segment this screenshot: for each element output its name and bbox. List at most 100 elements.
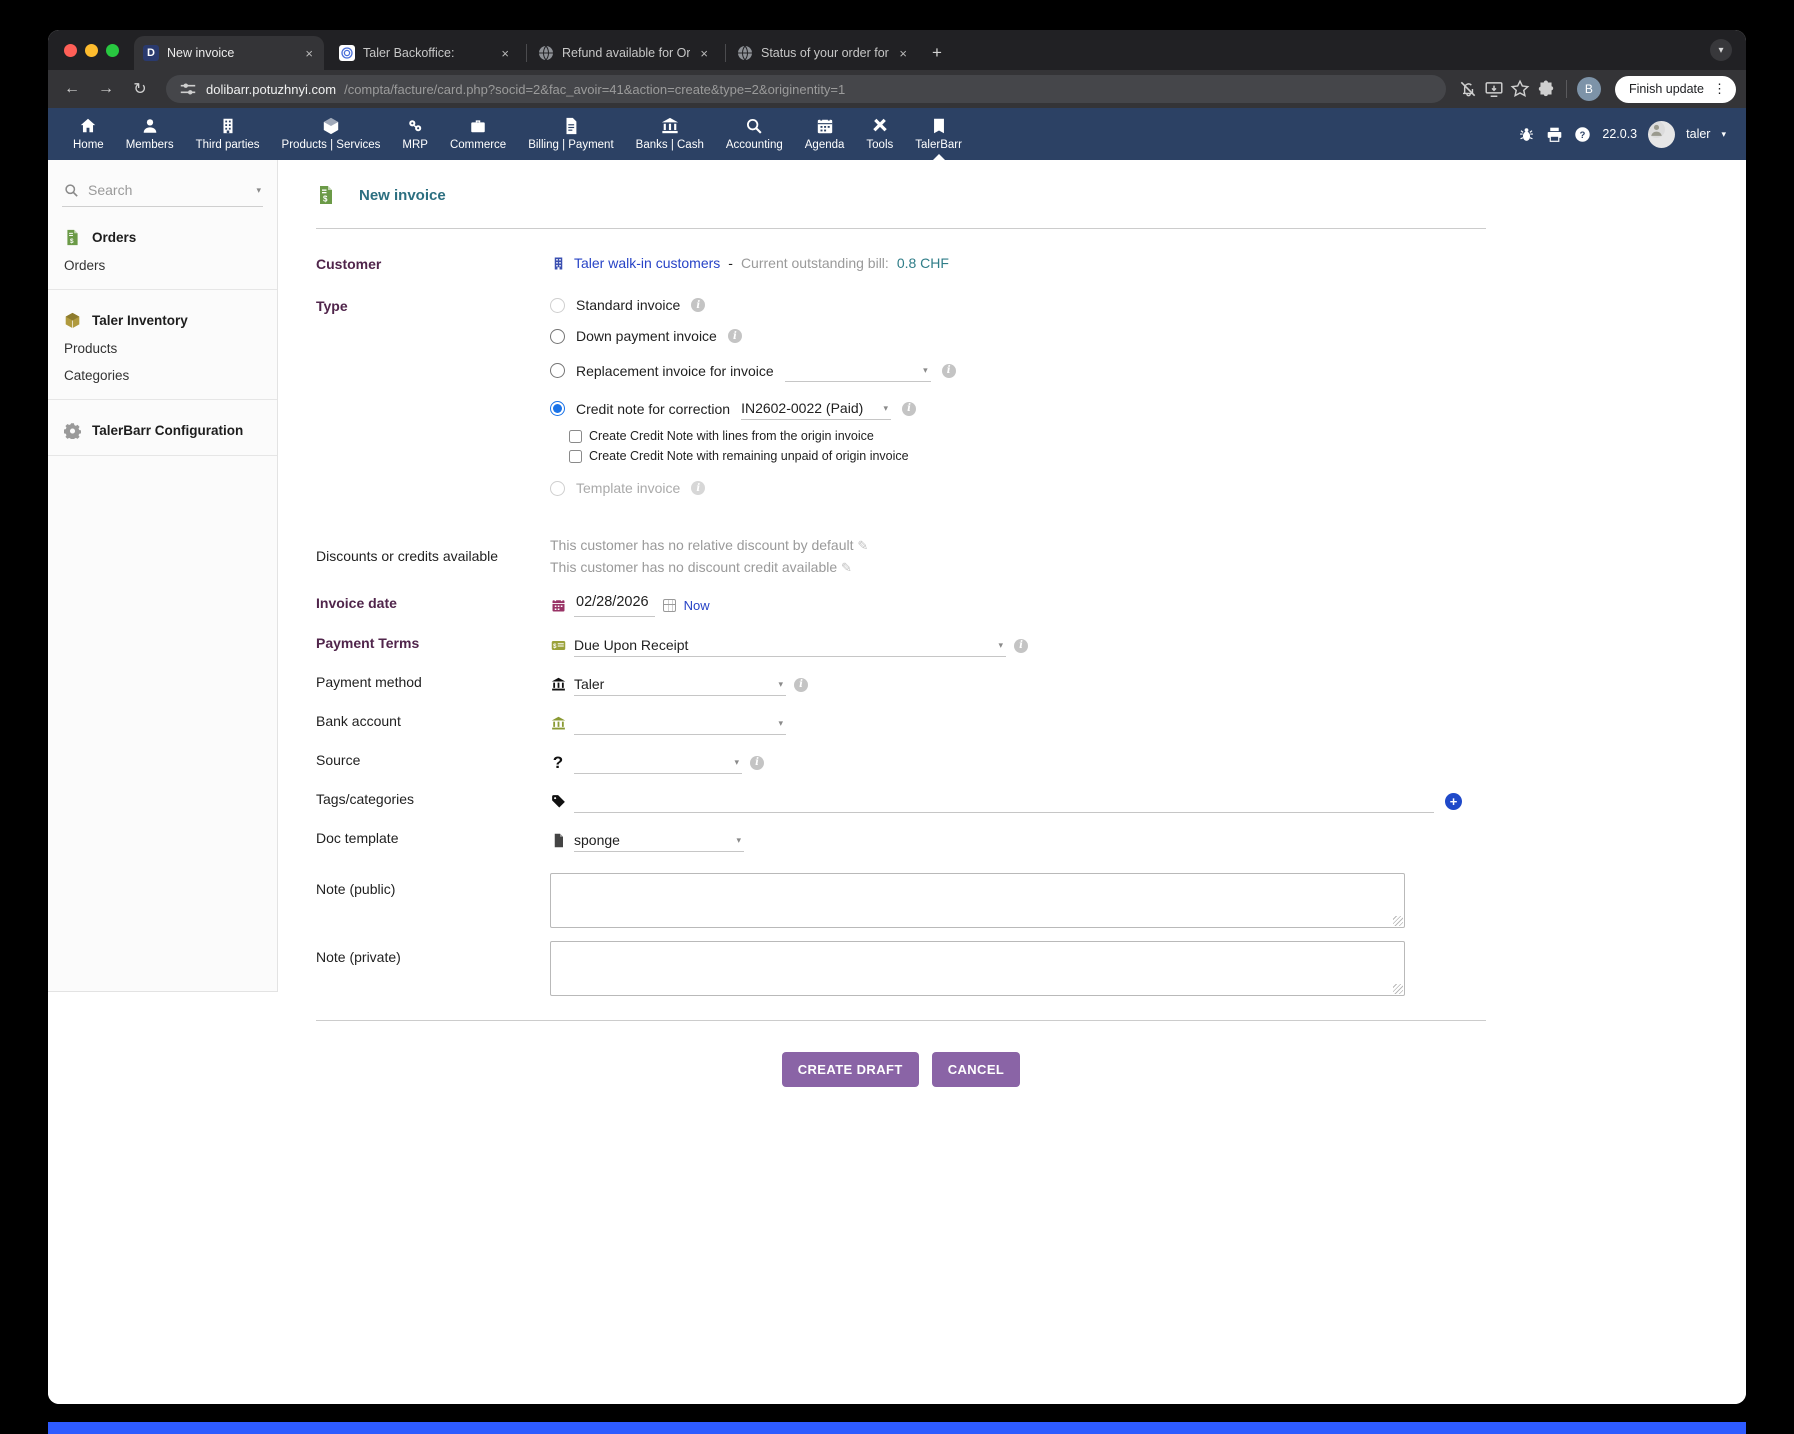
help-icon[interactable]: ? bbox=[1574, 126, 1591, 143]
debug-bug-icon[interactable] bbox=[1518, 126, 1535, 143]
tags-select[interactable] bbox=[574, 790, 1434, 813]
replacement-invoice-select[interactable]: ▾ bbox=[785, 359, 931, 382]
close-tab-icon[interactable]: × bbox=[499, 46, 511, 61]
radio-down-payment[interactable] bbox=[550, 329, 565, 344]
edit-pencil-icon[interactable]: ✎ bbox=[841, 560, 852, 575]
tab-search-button[interactable]: ▾ bbox=[1710, 39, 1732, 61]
menu-home[interactable]: Home bbox=[62, 108, 115, 160]
info-icon[interactable]: i bbox=[728, 329, 742, 343]
menu-tools[interactable]: Tools bbox=[855, 108, 904, 160]
finish-update-button[interactable]: Finish update ⋮ bbox=[1615, 76, 1736, 103]
option-credit-note[interactable]: Credit note for correction IN2602-0022 (… bbox=[550, 397, 1486, 420]
doc-template-label: Doc template bbox=[316, 829, 550, 846]
zoom-window-button[interactable] bbox=[106, 44, 119, 57]
option-down-payment-invoice[interactable]: Down payment invoice i bbox=[550, 328, 1486, 344]
discount-line2: This customer has no discount credit ava… bbox=[550, 559, 837, 575]
bank-account-select[interactable]: ▾ bbox=[574, 712, 786, 735]
menu-mrp[interactable]: MRP bbox=[391, 108, 439, 160]
document-icon bbox=[550, 833, 566, 849]
edit-pencil-icon[interactable]: ✎ bbox=[857, 538, 868, 553]
user-name[interactable]: taler bbox=[1686, 127, 1710, 141]
menu-products-services[interactable]: Products | Services bbox=[271, 108, 392, 160]
chevron-down-icon: ▾ bbox=[923, 365, 931, 376]
radio-replacement[interactable] bbox=[550, 363, 565, 378]
new-tab-button[interactable]: + bbox=[932, 43, 942, 63]
menu-third-parties[interactable]: Third parties bbox=[185, 108, 271, 160]
tab-taler-backoffice[interactable]: Taler Backoffice: × bbox=[330, 36, 520, 70]
info-icon[interactable]: i bbox=[794, 678, 808, 692]
invoice-date-input[interactable]: 02/28/2026 bbox=[574, 594, 655, 617]
bookmark-star-icon[interactable] bbox=[1510, 79, 1530, 99]
install-app-icon[interactable] bbox=[1484, 79, 1504, 99]
user-menu-caret-icon[interactable]: ▾ bbox=[1721, 129, 1726, 140]
sidebar-search[interactable]: Search ▾ bbox=[62, 176, 263, 207]
payment-method-select[interactable]: Taler ▾ bbox=[574, 673, 786, 696]
search-dropdown-caret-icon[interactable]: ▾ bbox=[256, 185, 261, 196]
date-picker-icon[interactable] bbox=[663, 599, 676, 612]
checkbox-remaining-unpaid[interactable] bbox=[569, 450, 582, 463]
menu-billing-payment[interactable]: Billing | Payment bbox=[517, 108, 624, 160]
checkbox-lines-from-origin[interactable] bbox=[569, 430, 582, 443]
sidebar-item-talerbarr-configuration[interactable]: TalerBarr Configuration bbox=[48, 416, 277, 445]
user-avatar[interactable] bbox=[1648, 121, 1675, 148]
credit-note-invoice-select[interactable]: IN2602-0022 (Paid) ▾ bbox=[741, 397, 891, 420]
close-tab-icon[interactable]: × bbox=[897, 46, 909, 61]
menu-members[interactable]: Members bbox=[115, 108, 185, 160]
extensions-puzzle-icon[interactable] bbox=[1536, 79, 1556, 99]
back-button[interactable]: ← bbox=[58, 80, 86, 98]
sidebar-item-orders[interactable]: Orders bbox=[48, 252, 277, 279]
tab-refund-available[interactable]: Refund available for Order to × bbox=[529, 36, 719, 70]
close-tab-icon[interactable]: × bbox=[698, 46, 710, 61]
address-bar[interactable]: dolibarr.potuzhnyi.com/compta/facture/ca… bbox=[166, 75, 1446, 103]
radio-credit-note[interactable] bbox=[550, 401, 565, 416]
info-icon[interactable]: i bbox=[1014, 639, 1028, 653]
note-private-textarea[interactable] bbox=[550, 941, 1405, 996]
payment-terms-select[interactable]: Due Upon Receipt ▾ bbox=[574, 634, 1006, 657]
checkbox-row-remaining-unpaid[interactable]: Create Credit Note with remaining unpaid… bbox=[569, 449, 1486, 463]
sidebar-section-header[interactable]: $ Orders bbox=[48, 223, 277, 252]
note-public-textarea[interactable] bbox=[550, 873, 1405, 928]
chevron-down-icon: ▾ bbox=[736, 835, 744, 846]
cancel-button[interactable]: CANCEL bbox=[932, 1052, 1021, 1087]
info-icon[interactable]: i bbox=[691, 298, 705, 312]
reload-button[interactable]: ↻ bbox=[126, 79, 154, 99]
menu-accounting[interactable]: Accounting bbox=[715, 108, 794, 160]
close-window-button[interactable] bbox=[64, 44, 77, 57]
menu-commerce[interactable]: Commerce bbox=[439, 108, 517, 160]
sidebar-item-categories[interactable]: Categories bbox=[48, 362, 277, 389]
close-tab-icon[interactable]: × bbox=[303, 46, 315, 61]
option-replacement-invoice[interactable]: Replacement invoice for invoice ▾ i bbox=[550, 359, 1486, 382]
info-icon[interactable]: i bbox=[902, 402, 916, 416]
add-tag-icon[interactable]: + bbox=[1445, 793, 1462, 810]
create-draft-button[interactable]: CREATE DRAFT bbox=[782, 1052, 919, 1087]
payment-method-row: Payment method Taler ▾ i bbox=[316, 673, 1486, 696]
menu-banks-cash[interactable]: Banks | Cash bbox=[625, 108, 715, 160]
customer-link[interactable]: Taler walk-in customers bbox=[574, 255, 720, 271]
option-standard-invoice[interactable]: Standard invoice i bbox=[550, 297, 1486, 313]
checkbox-row-lines-from-origin[interactable]: Create Credit Note with lines from the o… bbox=[569, 429, 1486, 443]
tab-new-invoice[interactable]: D New invoice × bbox=[134, 36, 324, 70]
doc-template-select[interactable]: sponge ▾ bbox=[574, 829, 744, 852]
minimize-window-button[interactable] bbox=[85, 44, 98, 57]
forward-button[interactable]: → bbox=[92, 80, 120, 98]
now-link[interactable]: Now bbox=[684, 598, 710, 613]
doc-template-row: Doc template sponge ▾ bbox=[316, 829, 1486, 852]
radio-standard-invoice[interactable] bbox=[550, 298, 565, 313]
site-settings-icon[interactable] bbox=[178, 79, 198, 99]
profile-avatar[interactable]: B bbox=[1577, 77, 1601, 101]
source-select[interactable]: ▾ bbox=[574, 751, 742, 774]
sidebar-section-header[interactable]: Taler Inventory bbox=[48, 306, 277, 335]
info-icon[interactable]: i bbox=[750, 756, 764, 770]
chrome-menu-icon[interactable]: ⋮ bbox=[1713, 81, 1726, 97]
info-icon[interactable]: i bbox=[942, 364, 956, 378]
inventory-box-icon bbox=[64, 312, 81, 329]
url-path: /compta/facture/card.php?socid=2&fac_avo… bbox=[344, 82, 845, 97]
menu-talerbarr[interactable]: TalerBarr bbox=[904, 108, 973, 160]
desktop-dock-strip bbox=[48, 1422, 1746, 1434]
info-icon[interactable]: i bbox=[691, 481, 705, 495]
sidebar-item-products[interactable]: Products bbox=[48, 335, 277, 362]
print-icon[interactable] bbox=[1546, 126, 1563, 143]
notifications-blocked-icon[interactable] bbox=[1458, 79, 1478, 99]
menu-agenda[interactable]: Agenda bbox=[794, 108, 856, 160]
tab-order-status[interactable]: Status of your order forrefund × bbox=[728, 36, 918, 70]
